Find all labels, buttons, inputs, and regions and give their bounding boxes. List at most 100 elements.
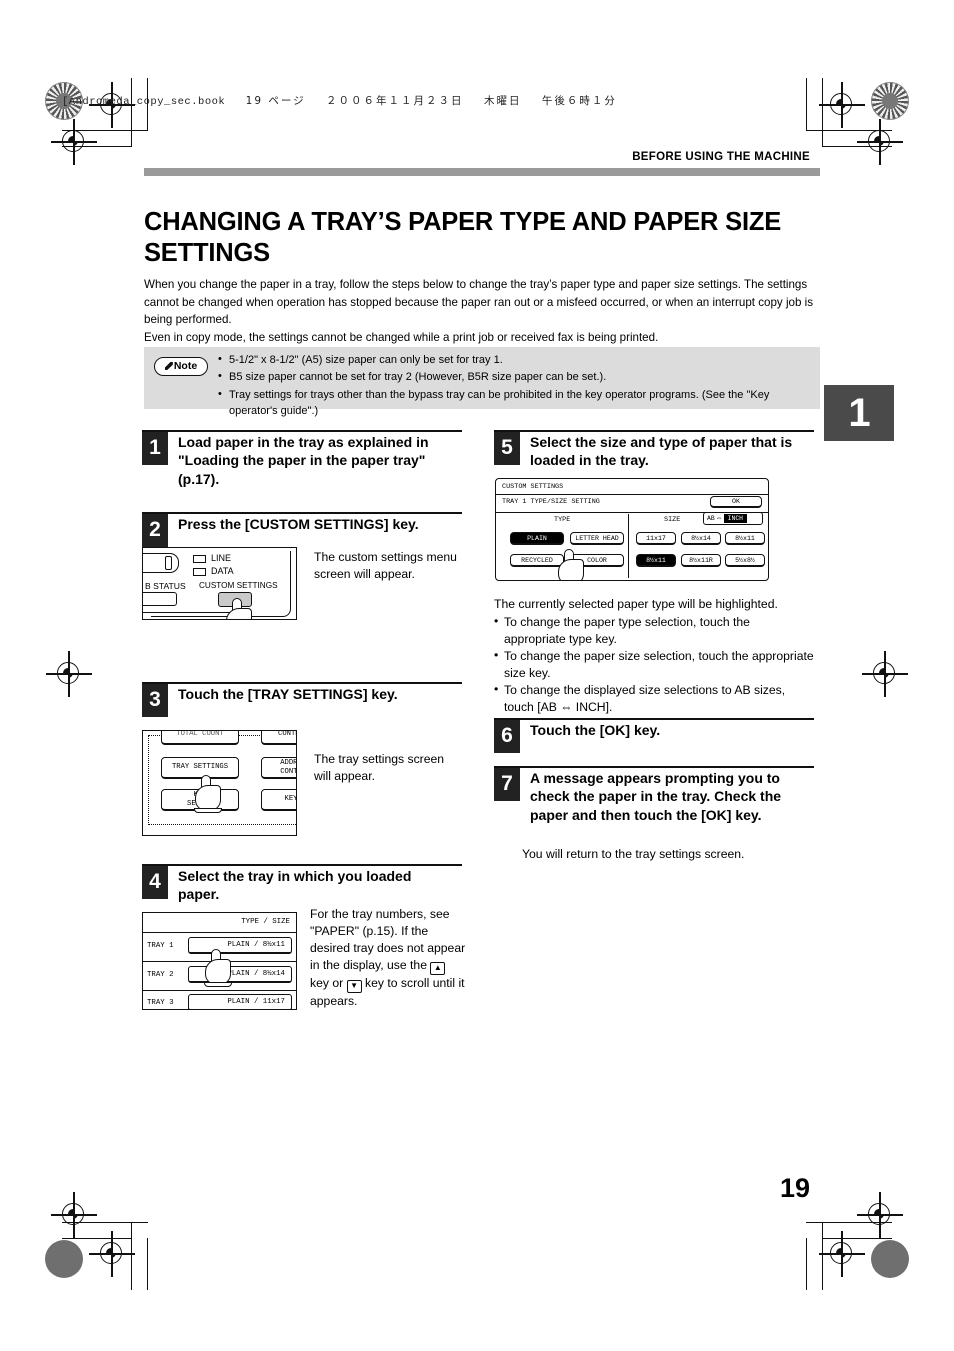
crosshair-mark bbox=[46, 651, 92, 697]
step-text: A message appears prompting you to check… bbox=[530, 770, 782, 823]
tray-divider bbox=[143, 990, 296, 992]
note-badge: Note bbox=[154, 357, 208, 376]
step-text: Load paper in the tray as explained in "… bbox=[178, 434, 429, 487]
custom-settings-key[interactable] bbox=[218, 592, 252, 607]
step-7-caption: You will return to the tray settings scr… bbox=[522, 847, 745, 861]
print-weekday: 木曜日 bbox=[483, 95, 522, 107]
intro-paragraph: When you change the paper in a tray, fol… bbox=[144, 278, 814, 344]
note-item: Tray settings for trays other than the b… bbox=[218, 386, 810, 420]
print-filename: [Andromeda_copy_sec.book bbox=[62, 96, 226, 108]
ab-label: AB bbox=[707, 515, 715, 522]
tray-1-value[interactable]: PLAIN / 8½x11 bbox=[188, 937, 292, 954]
step-text: Press the [CUSTOM SETTINGS] key. bbox=[178, 515, 419, 532]
step-5-explanation: The currently selected paper type will b… bbox=[494, 596, 814, 717]
step-3-caption: The tray settings screen will appear. bbox=[314, 752, 445, 783]
header-rule-bar bbox=[144, 168, 820, 176]
step-text: Touch the [OK] key. bbox=[530, 722, 661, 739]
step-4-caption-a: For the tray numbers, see "PAPER" (p.15)… bbox=[310, 907, 450, 939]
size-key-8.5x11-selected[interactable]: 8½x11 bbox=[636, 554, 676, 567]
size-key-8.5x11-top[interactable]: 8½x11 bbox=[725, 532, 765, 545]
print-file-header: [Andromeda_copy_sec.book 19 ページ ２００６年１１月… bbox=[62, 93, 617, 108]
step-2: 2 Press the [CUSTOM SETTINGS] key. bbox=[142, 511, 462, 547]
scroll-up-key-icon[interactable]: ▲ bbox=[430, 962, 446, 976]
crop-line bbox=[805, 1238, 807, 1290]
tray-3-label: TRAY 3 bbox=[147, 999, 174, 1007]
note-label: Note bbox=[173, 360, 198, 372]
crosshair-mark bbox=[89, 1231, 135, 1277]
tray-2-value[interactable]: PLAIN / 8½x14 bbox=[188, 966, 292, 983]
tray-1-label: TRAY 1 bbox=[147, 942, 174, 950]
step-4-block: 4 Select the tray in which you loaded pa… bbox=[142, 864, 462, 904]
custom-settings-menu-illustration: TOTAL COUNT CONTRA TRAY SETTINGS ADDRE C… bbox=[142, 730, 297, 836]
step-5-bullet: To change the paper type selection, touc… bbox=[494, 613, 814, 648]
running-head: BEFORE USING THE MACHINE bbox=[632, 151, 810, 163]
job-status-key[interactable] bbox=[143, 592, 177, 606]
crosshair-mark bbox=[862, 651, 908, 697]
job-status-label: B STATUS bbox=[145, 581, 186, 591]
step-number: 6 bbox=[494, 720, 520, 754]
key-select-key[interactable]: KEY SELECT bbox=[161, 789, 239, 811]
ab-inch-toggle[interactable]: AB ⇔ INCH bbox=[703, 512, 763, 525]
data-lamp-label: DATA bbox=[211, 566, 234, 576]
page-number: 19 bbox=[779, 1173, 810, 1203]
note-item: 5-1/2" x 8-1/2" (A5) size paper can only… bbox=[218, 351, 810, 368]
dot-mark-bottomleft bbox=[45, 1240, 83, 1278]
type-key-color[interactable]: COLOR bbox=[570, 554, 624, 567]
print-date: ２００６年１１月２３日 bbox=[326, 95, 464, 107]
type-key-plain[interactable]: PLAIN bbox=[510, 532, 564, 545]
document-page: [Andromeda_copy_sec.book 19 ページ ２００６年１１月… bbox=[0, 0, 954, 1351]
line-lamp-icon bbox=[193, 555, 206, 563]
crop-line bbox=[821, 78, 823, 146]
key-key[interactable]: KEY bbox=[261, 789, 296, 811]
ok-button[interactable]: OK bbox=[710, 496, 762, 508]
type-key-recycled[interactable]: RECYCLED bbox=[510, 554, 564, 567]
size-key-5.5x8.5[interactable]: 5½x8½ bbox=[725, 554, 765, 567]
step-3-block: 3 Touch the [TRAY SETTINGS] key. bbox=[142, 682, 462, 718]
step-2-caption: The custom settings menu screen will app… bbox=[314, 550, 457, 581]
note-item: B5 size paper cannot be set for tray 2 (… bbox=[218, 368, 810, 385]
dot-mark-bottomright bbox=[871, 1240, 909, 1278]
crop-line bbox=[131, 78, 133, 146]
tray-3-value[interactable]: PLAIN / 11x17 bbox=[188, 994, 292, 1009]
step-number: 2 bbox=[142, 513, 168, 547]
address-control-key[interactable]: ADDRE CONTR bbox=[261, 757, 296, 779]
left-column: 1 Load paper in the tray as explained in… bbox=[142, 430, 462, 547]
tray-settings-key[interactable]: TRAY SETTINGS bbox=[161, 757, 239, 779]
step-text: Select the size and type of paper that i… bbox=[530, 434, 793, 469]
starburst-mark-topright bbox=[871, 82, 909, 120]
step-5-bullet: To change the displayed size selections … bbox=[494, 681, 814, 716]
step-number: 3 bbox=[142, 684, 168, 718]
size-key-11x17[interactable]: 11x17 bbox=[636, 532, 676, 545]
crop-line bbox=[805, 78, 807, 130]
crop-line bbox=[147, 1238, 149, 1290]
panel-display-block bbox=[143, 553, 179, 573]
step-6: 6 Touch the [OK] key. bbox=[494, 718, 814, 754]
size-key-8.5x14[interactable]: 8½x14 bbox=[681, 532, 721, 545]
type-key-letter-head[interactable]: LETTER HEAD bbox=[570, 532, 624, 545]
crosshair-mark bbox=[819, 1231, 865, 1277]
column-separator bbox=[628, 514, 630, 578]
line-lamp-label: LINE bbox=[211, 553, 232, 563]
screen-subtitle: TRAY 1 TYPE/SIZE SETTING bbox=[502, 498, 600, 506]
swap-arrows-icon: ⇔ bbox=[715, 515, 723, 522]
step-5-bullet: To change the paper size selection, touc… bbox=[494, 647, 814, 682]
step-7: 7 A message appears prompting you to che… bbox=[494, 766, 814, 824]
tray-divider bbox=[143, 932, 296, 934]
crosshair-mark bbox=[857, 119, 903, 165]
total-count-key[interactable]: TOTAL COUNT bbox=[161, 731, 239, 745]
step-7-block: 7 A message appears prompting you to che… bbox=[494, 766, 814, 824]
note-list: 5-1/2" x 8-1/2" (A5) size paper can only… bbox=[218, 351, 810, 420]
size-key-8.5x11R[interactable]: 8½x11R bbox=[681, 554, 721, 567]
tray-list-header: TYPE / SIZE bbox=[241, 918, 290, 926]
right-column: 5 Select the size and type of paper that… bbox=[494, 430, 814, 470]
scroll-down-key-icon[interactable]: ▼ bbox=[346, 980, 362, 994]
step-number: 4 bbox=[142, 866, 168, 900]
step-4: 4 Select the tray in which you loaded pa… bbox=[142, 864, 462, 904]
crop-line bbox=[131, 1222, 133, 1290]
crop-line bbox=[821, 1222, 823, 1290]
pencil-icon bbox=[164, 362, 173, 370]
contrast-key[interactable]: CONTRA bbox=[261, 731, 296, 745]
custom-settings-label: CUSTOM SETTINGS bbox=[199, 581, 278, 590]
screen-title: CUSTOM SETTINGS bbox=[502, 483, 564, 491]
step-4-caption-c: key or bbox=[310, 976, 344, 991]
